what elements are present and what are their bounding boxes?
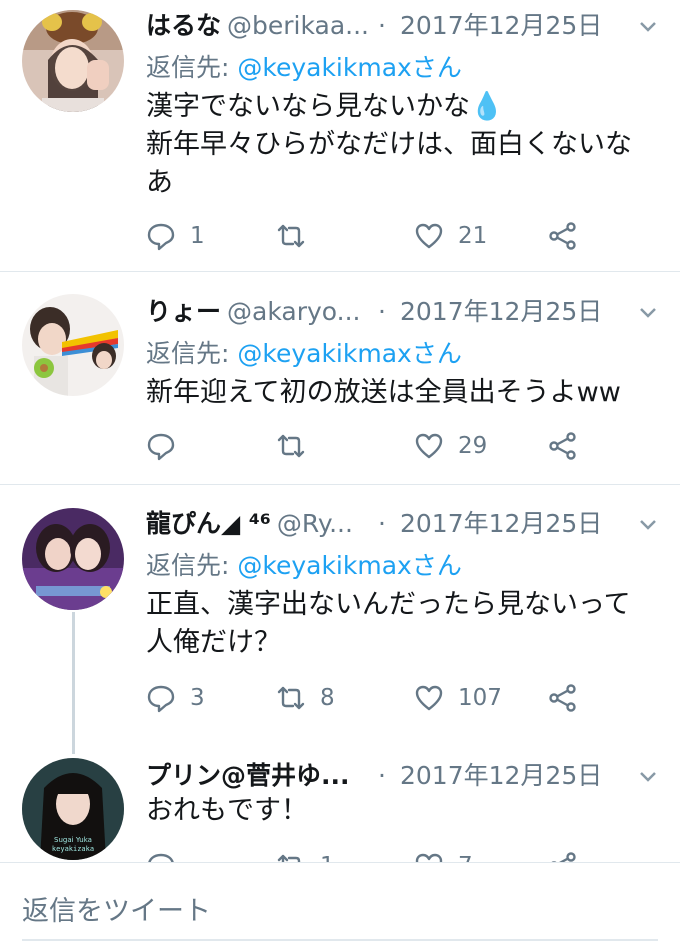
reply-compose-bar[interactable]: 返信をツイート (0, 862, 680, 951)
reply-label: 返信先: (146, 551, 238, 580)
reply-compose-input[interactable]: 返信をツイート (22, 889, 211, 928)
retweet-icon (277, 686, 305, 710)
like-button[interactable]: 107 (414, 680, 502, 716)
author-name[interactable]: 龍ぴん◢ ⁴⁶ (146, 509, 271, 538)
share-button[interactable] (548, 428, 578, 464)
retweet-icon (277, 434, 305, 458)
like-count: 21 (458, 223, 488, 249)
reply-context: 返信先: @keyakikmaxさん (146, 546, 462, 582)
tweet-text-line: 正直、漢字出ないんだったら見ないって (146, 589, 631, 620)
separator-dot: · (378, 297, 386, 326)
author-name[interactable]: はるな (146, 11, 221, 40)
share-icon (549, 432, 576, 460)
reply-icon (147, 685, 175, 713)
retweet-icon (277, 854, 301, 862)
tweet-1[interactable]: はるな @berikaa... · 2017年12月25日 返信先: @keyak… (0, 0, 680, 272)
share-button[interactable] (548, 848, 578, 862)
chevron-down-icon[interactable] (638, 302, 658, 322)
tweet-2[interactable]: りょー @akaryo... · 2017年12月25日 返信先: @keyaki… (0, 286, 680, 482)
share-icon (551, 852, 576, 862)
tweet-text-line: 人俺だけ？ (146, 627, 281, 658)
reply-count: 3 (190, 685, 205, 711)
author-handle[interactable]: @akaryo... (227, 297, 360, 326)
like-icon (415, 685, 443, 711)
reply-button[interactable] (146, 848, 190, 862)
reply-mention-link[interactable]: @keyakikmaxさん (237, 53, 461, 82)
like-count: 107 (458, 685, 502, 711)
retweet-button[interactable]: 8 (276, 680, 335, 716)
author-name[interactable]: りょー (146, 297, 221, 326)
retweet-count: 8 (320, 685, 335, 711)
author-name[interactable]: プリン@菅井ゆ... (146, 761, 350, 790)
tweet-date[interactable]: 2017年12月25日 (400, 8, 602, 44)
reply-label: 返信先: (146, 53, 238, 82)
reply-mention-link[interactable]: @keyakikmaxさん (237, 339, 461, 368)
reply-button[interactable] (146, 428, 190, 464)
like-icon (415, 433, 443, 459)
like-count: 7 (458, 853, 473, 862)
reply-button[interactable]: 3 (146, 680, 205, 716)
chevron-down-icon[interactable] (638, 16, 658, 36)
tweet-actions: 29 (146, 428, 666, 464)
share-button[interactable] (548, 680, 578, 716)
retweet-count: 1 (320, 853, 335, 862)
tweet-actions: 3 8 107 (146, 680, 666, 716)
tweet-text-line: 新年迎えて初の放送は全員出そうよww (146, 377, 621, 408)
retweet-button[interactable] (276, 428, 320, 464)
reply-label: 返信先: (146, 339, 238, 368)
reply-context: 返信先: @keyakikmaxさん (146, 48, 462, 84)
tweet-3[interactable]: 龍ぴん◢ ⁴⁶ @Ry... · 2017年12月25日 返信先: @keyaki… (0, 498, 680, 738)
tweet-text-line: おれもです！ (146, 795, 308, 826)
avatar-watermark: Sugai Yuka (54, 836, 92, 844)
tweet-text: 正直、漢字出ないんだったら見ないって 人俺だけ？ (146, 586, 666, 662)
tweet-text-line: 漢字でないなら見ないかな💧 (146, 91, 504, 122)
like-button[interactable]: 29 (414, 428, 487, 464)
avatar[interactable] (22, 10, 124, 112)
tweet-text-line: 新年早々ひらがなだけは、面白くないな (146, 129, 632, 160)
tweet-actions: 1 21 (146, 218, 666, 254)
tweet-text-line: あ (146, 167, 173, 198)
chevron-down-icon[interactable] (638, 514, 658, 534)
author-handle[interactable]: @Ry... (277, 509, 353, 538)
reply-count: 1 (190, 223, 205, 249)
like-icon (415, 853, 443, 862)
reply-icon (148, 853, 174, 862)
reply-icon (147, 223, 175, 251)
tweet-date[interactable]: 2017年12月25日 (400, 294, 602, 330)
like-icon (415, 223, 443, 249)
reply-button[interactable]: 1 (146, 218, 205, 254)
separator-dot: · (378, 509, 386, 538)
avatar-watermark: keyakizaka (52, 845, 94, 853)
share-icon (549, 222, 576, 250)
retweet-button[interactable] (276, 218, 320, 254)
retweet-button[interactable]: 1 (276, 848, 335, 862)
tweet-text: 漢字でないなら見ないかな💧 新年早々ひらがなだけは、面白くないな あ (146, 88, 666, 202)
compose-underline (22, 939, 658, 941)
retweet-icon (277, 224, 305, 248)
avatar[interactable]: Sugai Yuka keyakizaka (22, 758, 124, 860)
share-icon (549, 684, 576, 712)
tweet-text: 新年迎えて初の放送は全員出そうよww (146, 374, 666, 412)
reply-icon (147, 433, 175, 461)
tweet-4[interactable]: Sugai Yuka keyakizaka プリン@菅井ゆ... · 2017年… (0, 750, 680, 862)
separator-dot: · (378, 11, 386, 40)
tweet-date[interactable]: 2017年12月25日 (400, 506, 602, 542)
like-button[interactable]: 21 (414, 218, 487, 254)
tweet-divider (0, 484, 680, 485)
like-button[interactable]: 7 (414, 848, 473, 862)
tweet-text: おれもです！ (146, 792, 666, 830)
avatar[interactable] (22, 508, 124, 610)
reply-context: 返信先: @keyakikmaxさん (146, 334, 462, 370)
avatar[interactable] (22, 294, 124, 396)
tweet-divider (0, 271, 680, 272)
chevron-down-icon[interactable] (638, 766, 658, 786)
reply-mention-link[interactable]: @keyakikmaxさん (237, 551, 461, 580)
author-handle[interactable]: @berikaa... (227, 11, 369, 40)
like-count: 29 (458, 433, 488, 459)
tweet-date[interactable]: 2017年12月25日 (400, 758, 602, 794)
separator-dot: · (378, 761, 386, 790)
tweet-actions: 1 7 (146, 848, 666, 862)
share-button[interactable] (548, 218, 578, 254)
